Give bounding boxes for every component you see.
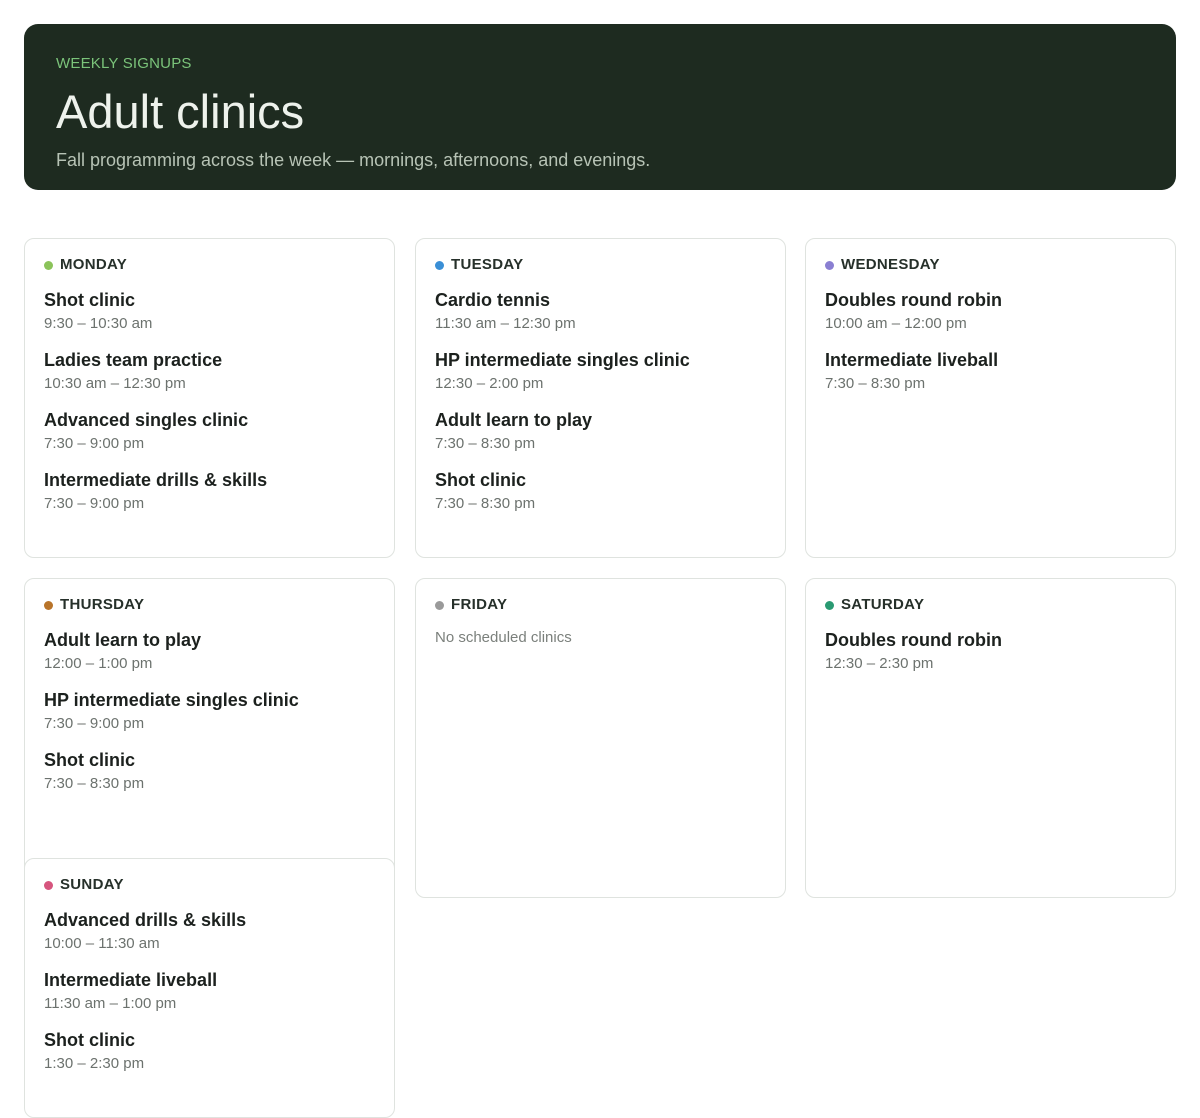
day-header: WEDNESDAY [825,255,1156,273]
session-name: Doubles round robin [825,290,1002,310]
session-item[interactable]: Doubles round robin 10:00 am – 12:00 pm [825,289,1156,349]
day-header: TUESDAY [435,255,766,273]
day-card-monday: MONDAY Shot clinic 9:30 – 10:30 am Ladies t… [24,238,395,558]
session-time: 1:30 – 2:30 pm [44,1055,145,1072]
session-time: 11:30 am – 12:30 pm [435,315,576,332]
session-item[interactable]: Shot clinic 7:30 – 8:30 pm [435,469,766,529]
session-time: 7:30 – 8:30 pm [44,775,145,792]
session-item[interactable]: Advanced singles clinic 7:30 – 9:00 pm [44,409,375,469]
session-name: HP intermediate singles clinic [435,350,690,370]
day-label: WEDNESDAY [841,255,940,273]
session-list: Adult learn to play 12:00 – 1:00 pm HP int… [44,629,375,809]
session-time: 7:30 – 8:30 pm [435,435,536,452]
session-item[interactable]: Doubles round robin 12:30 – 2:30 pm [825,629,1156,689]
day-card-friday: FRIDAY No scheduled clinics [415,578,786,898]
day-header: MONDAY [44,255,375,273]
session-name: Adult learn to play [44,630,202,650]
session-time: 9:30 – 10:30 am [44,315,153,332]
day-card-tuesday: TUESDAY Cardio tennis 11:30 am – 12:30 pm H… [415,238,786,558]
session-item[interactable]: Cardio tennis 11:30 am – 12:30 pm [435,289,766,349]
day-label: SATURDAY [841,595,925,613]
session-time: 12:30 – 2:30 pm [825,655,934,672]
session-name: Shot clinic [44,750,136,770]
header-banner: WEEKLY SIGNUPS Adult clinics Fall progra… [24,24,1176,190]
page-subtitle: Fall programming across the week — morni… [56,150,651,170]
session-time: 7:30 – 9:00 pm [44,715,145,732]
session-item[interactable]: Intermediate liveball 11:30 am – 1:00 pm [44,969,375,1029]
session-name: Shot clinic [44,1030,136,1050]
day-card-saturday: SATURDAY Doubles round robin 12:30 – 2:30 … [805,578,1176,898]
session-name: Shot clinic [44,290,136,310]
day-header: FRIDAY [435,595,766,613]
session-name: HP intermediate singles clinic [44,690,299,710]
session-name: Intermediate drills & skills [44,470,268,490]
day-color-dot [825,600,834,610]
session-name: Advanced singles clinic [44,410,249,430]
session-item[interactable]: Ladies team practice 10:30 am – 12:30 pm [44,349,375,409]
session-item[interactable]: Advanced drills & skills 10:00 – 11:30 am [44,909,375,969]
day-label: MONDAY [60,255,128,273]
day-label: FRIDAY [451,595,508,613]
session-time: 12:30 – 2:00 pm [435,375,544,392]
day-label: THURSDAY [60,595,145,613]
day-card-wednesday: WEDNESDAY Doubles round robin 10:00 am – 1… [805,238,1176,558]
day-header: SUNDAY [44,875,375,893]
session-name: Intermediate liveball [825,350,999,370]
day-color-dot [44,880,53,890]
header-eyebrow: WEEKLY SIGNUPS [56,55,192,72]
session-list: Cardio tennis 11:30 am – 12:30 pm HP inter… [435,289,766,529]
session-name: Adult learn to play [435,410,593,430]
day-color-dot [435,600,444,610]
session-item[interactable]: Adult learn to play 7:30 – 8:30 pm [435,409,766,469]
empty-state-text: No scheduled clinics [435,629,572,646]
day-card-thursday: THURSDAY Adult learn to play 12:00 – 1:00 … [24,578,395,898]
session-item[interactable]: Intermediate drills & skills 7:30 – 9:00 … [44,469,375,529]
session-list: Doubles round robin 10:00 am – 12:00 pm In… [825,289,1156,409]
session-time: 12:00 – 1:00 pm [44,655,153,672]
day-label: TUESDAY [451,255,524,273]
session-list: Doubles round robin 12:30 – 2:30 pm [825,629,1156,689]
session-name: Intermediate liveball [44,970,218,990]
session-item[interactable]: Shot clinic 1:30 – 2:30 pm [44,1029,375,1089]
session-time: 10:00 am – 12:00 pm [825,315,967,332]
session-item[interactable]: HP intermediate singles clinic 12:30 – 2:… [435,349,766,409]
page-title: Adult clinics [56,85,305,138]
session-item[interactable]: HP intermediate singles clinic 7:30 – 9:0… [44,689,375,749]
day-color-dot [44,600,53,610]
day-color-dot [825,260,834,270]
session-name: Ladies team practice [44,350,223,370]
session-time: 7:30 – 9:00 pm [44,495,145,512]
session-time: 7:30 – 9:00 pm [44,435,145,452]
session-time: 10:00 – 11:30 am [44,935,160,952]
session-name: Advanced drills & skills [44,910,247,930]
day-header: SATURDAY [825,595,1156,613]
day-color-dot [435,260,444,270]
session-list: Advanced drills & skills 10:00 – 11:30 am… [44,909,375,1089]
day-header: THURSDAY [44,595,375,613]
session-time: 11:30 am – 1:00 pm [44,995,177,1012]
day-card-sunday: SUNDAY Advanced drills & skills 10:00 – 11… [24,858,395,1118]
day-color-dot [44,260,53,270]
session-time: 7:30 – 8:30 pm [825,375,926,392]
session-item[interactable]: Shot clinic 9:30 – 10:30 am [44,289,375,349]
session-name: Shot clinic [435,470,527,490]
session-item[interactable]: Adult learn to play 12:00 – 1:00 pm [44,629,375,689]
day-label: SUNDAY [60,875,124,893]
session-name: Cardio tennis [435,290,551,310]
session-name: Doubles round robin [825,630,1002,650]
session-time: 7:30 – 8:30 pm [435,495,536,512]
session-list: Shot clinic 9:30 – 10:30 am Ladies team pr… [44,289,375,529]
session-time: 10:30 am – 12:30 pm [44,375,186,392]
session-item[interactable]: Shot clinic 7:30 – 8:30 pm [44,749,375,809]
session-item[interactable]: Intermediate liveball 7:30 – 8:30 pm [825,349,1156,409]
